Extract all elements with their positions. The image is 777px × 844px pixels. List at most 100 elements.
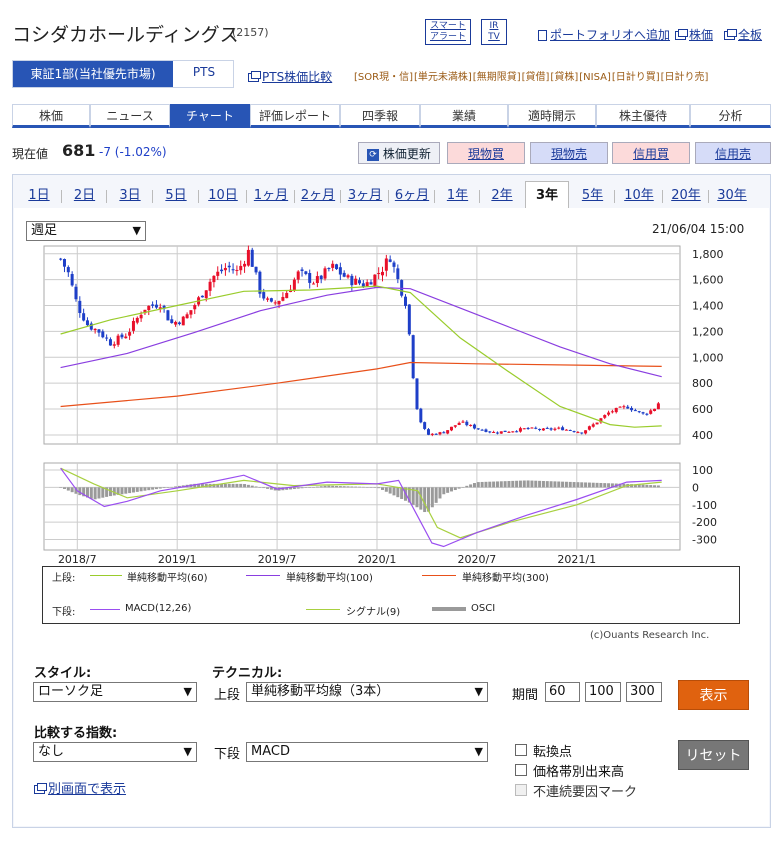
copyright: (c)Ouants Research Inc. [590, 630, 710, 641]
candle-body [304, 271, 308, 274]
candle-body [423, 422, 427, 429]
osci-bar [449, 487, 453, 492]
style-select[interactable]: ローソク足 ▼ [33, 682, 197, 702]
osci-bar [308, 487, 312, 488]
candle-body [610, 411, 614, 413]
candle-body [653, 408, 657, 411]
candle-body [530, 427, 534, 429]
lower-technical-select[interactable]: MACD ▼ [246, 742, 488, 762]
osci-bar [434, 487, 438, 503]
candle-body [185, 314, 189, 319]
candle-body [472, 424, 476, 429]
candle-body [70, 274, 74, 286]
legend-ma100: 単純移動平均(100) [286, 573, 373, 584]
volume-profile-checkbox[interactable] [515, 764, 527, 776]
osci-bar [304, 487, 308, 488]
osci-bar [480, 481, 484, 488]
candle-body [335, 264, 339, 270]
osci-bar [580, 482, 584, 488]
candle-body [97, 329, 101, 333]
compare-label: 比較する指数: [34, 726, 118, 741]
period-input-1[interactable]: 60 [545, 682, 580, 702]
osci-bar [381, 487, 385, 490]
osci-bar [553, 481, 557, 488]
candle-body [538, 428, 542, 430]
osci-bar [595, 482, 599, 488]
show-button[interactable]: 表示 [678, 680, 749, 710]
candle-body [381, 271, 385, 276]
candle-body [442, 432, 446, 434]
osci-bar [645, 484, 649, 488]
candle-body [492, 431, 496, 433]
candle-body [139, 314, 143, 319]
candle-body [549, 428, 553, 430]
legend-macd-line [90, 609, 120, 610]
candle-body [342, 272, 346, 277]
x-tick-label: 2020/7 [458, 553, 497, 566]
legend-ma60-line [90, 575, 122, 576]
osci-bar [135, 487, 139, 492]
osci-bar [131, 487, 135, 493]
candle-body [595, 422, 599, 425]
candle-body [296, 271, 300, 280]
osci-bar [545, 481, 549, 488]
candle-body [273, 302, 277, 304]
legend-ma100-line [246, 575, 280, 576]
osci-bar [143, 487, 147, 491]
candle-body [553, 428, 557, 430]
candle-body [78, 300, 82, 314]
candle-body [630, 407, 634, 411]
candle-body [59, 258, 63, 260]
candle-body [461, 421, 465, 423]
candle-body [557, 427, 561, 429]
osci-bar [323, 485, 327, 488]
candle-body [449, 426, 453, 431]
candle-body [231, 269, 235, 271]
x-tick-label: 2020/1 [358, 553, 397, 566]
osci-bar [327, 485, 331, 488]
osci-bar [70, 487, 74, 493]
period-input-2[interactable]: 100 [585, 682, 621, 702]
osci-bar [534, 480, 538, 488]
macd-tick-label: 100 [692, 464, 713, 477]
osci-bar [158, 487, 162, 489]
candle-body [151, 304, 155, 306]
legend-lower-label: 下段: [52, 607, 76, 618]
reset-button[interactable]: リセット [678, 740, 749, 770]
candle-body [637, 411, 641, 413]
style-label: スタイル: [34, 666, 92, 681]
osci-bar [139, 487, 143, 492]
candle-body [484, 429, 488, 432]
candle-body [503, 430, 507, 433]
open-new-window-wrap[interactable]: 別画面で表示 [34, 778, 126, 797]
osci-bar [258, 487, 262, 488]
period-input-3[interactable]: 300 [626, 682, 662, 702]
upper-technical-select[interactable]: 単純移動平均線（3本） ▼ [246, 682, 488, 702]
osci-bar [93, 487, 97, 500]
turning-point-checkbox[interactable] [515, 744, 527, 756]
open-new-window-link[interactable]: 別画面で表示 [48, 782, 126, 797]
discontinuity-checkbox[interactable] [515, 784, 527, 796]
candle-body [499, 431, 503, 434]
osci-bar [354, 486, 358, 488]
legend-ma300: 単純移動平均(300) [462, 573, 549, 584]
compare-select[interactable]: なし ▼ [33, 742, 197, 762]
osci-bar [476, 482, 480, 488]
legend-macd: MACD(12,26) [125, 603, 192, 614]
candle-body [576, 432, 580, 434]
candle-body [453, 425, 457, 427]
osci-bar [430, 487, 434, 508]
candle-body [308, 273, 312, 283]
candle-body [105, 337, 109, 339]
osci-bar [66, 487, 70, 491]
osci-bar [541, 480, 545, 488]
candle-body [626, 406, 630, 409]
legend-osci: OSCI [471, 603, 496, 614]
candle-body [384, 258, 388, 271]
candle-body [377, 273, 381, 275]
candle-body [174, 321, 178, 325]
candle-body [641, 412, 645, 414]
candle-body [522, 428, 526, 430]
osci-bar [522, 480, 526, 488]
price-tick-label: 1,400 [692, 300, 724, 313]
